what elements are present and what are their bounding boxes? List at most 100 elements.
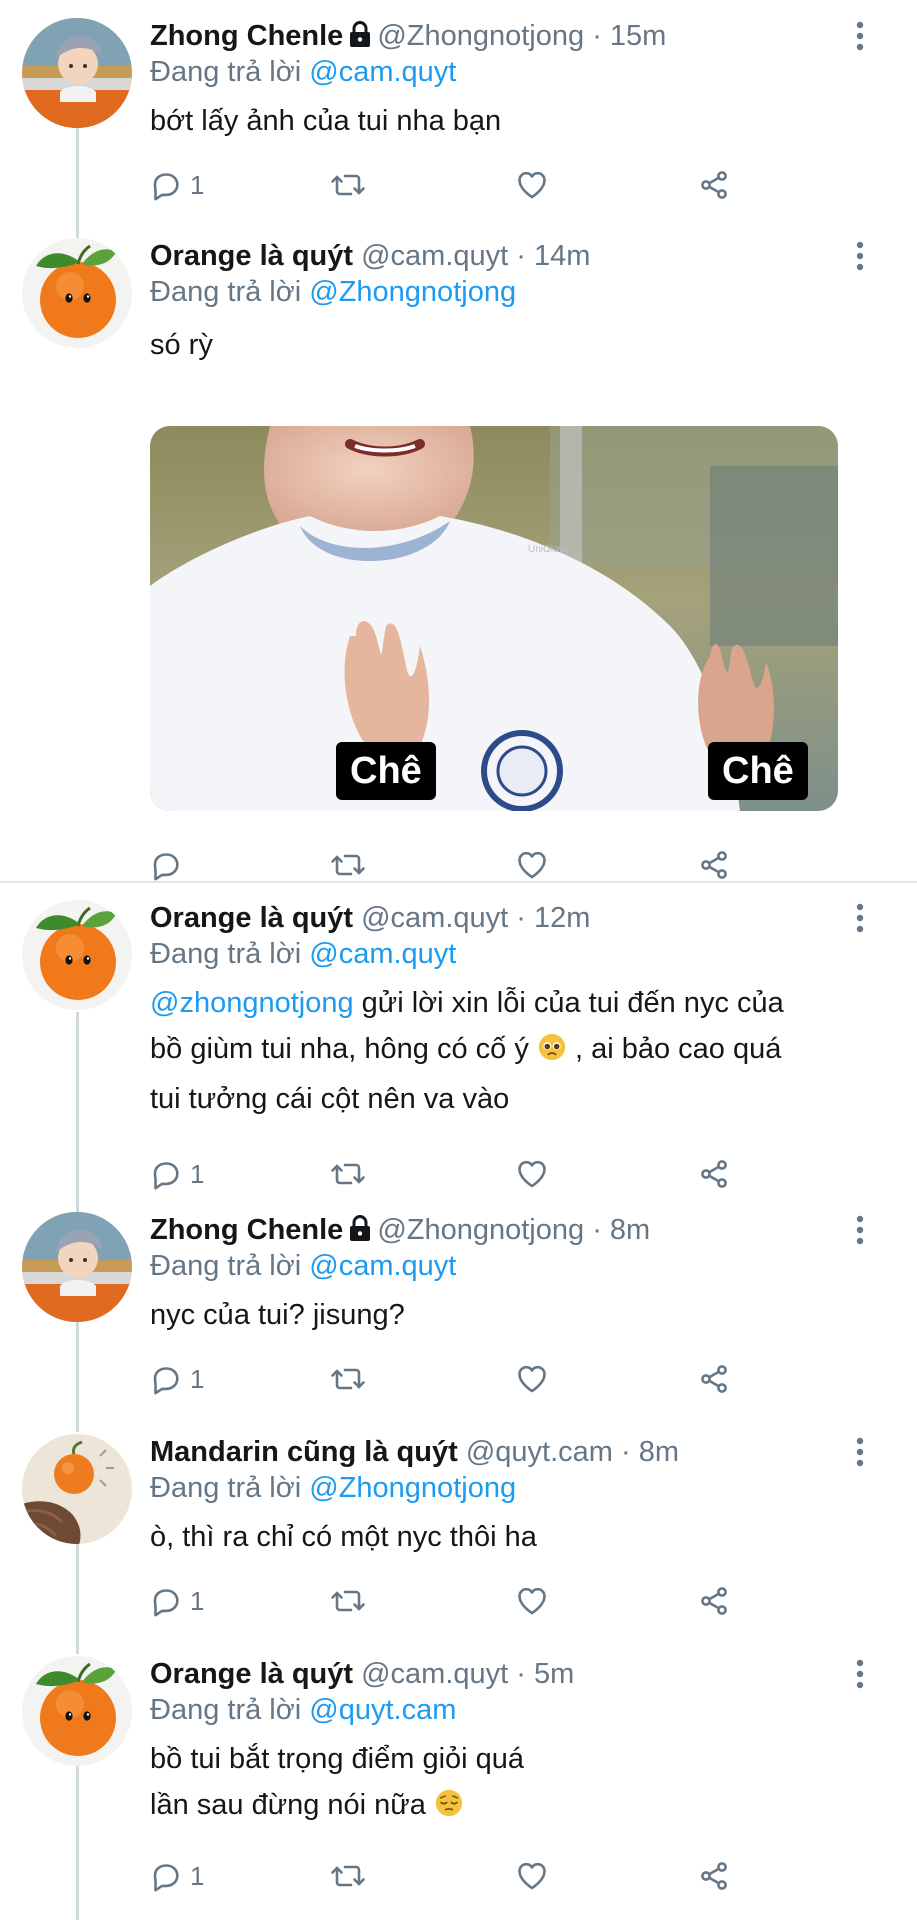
like-button[interactable] (516, 845, 548, 885)
reply-icon (150, 1585, 182, 1617)
retweet-button[interactable] (330, 1359, 366, 1399)
user-handle[interactable]: @cam.quyt (361, 1658, 508, 1690)
share-button[interactable] (698, 1359, 730, 1399)
retweet-button[interactable] (330, 1581, 366, 1621)
retweet-icon (330, 849, 366, 881)
reply-button[interactable]: 1 (150, 1581, 204, 1621)
avatar[interactable] (22, 900, 132, 1010)
inline-mention[interactable]: @zhongnotjong (150, 987, 354, 1019)
tweet-text: ò, thì ra chỉ có một nyc thôi ha (150, 1514, 870, 1560)
reply-mention[interactable]: @cam.quyt (309, 1250, 456, 1282)
pensive-face-emoji (434, 1786, 464, 1832)
display-name[interactable]: Orange là quýt (150, 240, 353, 272)
tweet-text: só rỳ (150, 322, 870, 368)
timestamp[interactable]: 8m (610, 1214, 650, 1246)
like-icon (516, 1585, 548, 1617)
tweet-header: Mandarin cũng là quýt @quyt.cam · 8m (150, 1436, 679, 1468)
retweet-button[interactable] (330, 845, 366, 885)
retweet-icon (330, 1860, 366, 1892)
user-handle[interactable]: @cam.quyt (361, 902, 508, 934)
display-name[interactable]: Zhong Chenle (150, 1214, 343, 1246)
user-handle[interactable]: @quyt.cam (466, 1436, 613, 1468)
share-icon (698, 849, 730, 881)
tweet-header: Zhong Chenle @Zhongnotjong · 8m (150, 1212, 650, 1251)
reply-icon (150, 1363, 182, 1395)
tweet-actions: 1 (150, 1359, 740, 1399)
retweet-button[interactable] (330, 165, 366, 205)
reply-mention[interactable]: @Zhongnotjong (309, 276, 516, 308)
avatar[interactable] (22, 1212, 132, 1322)
share-button[interactable] (698, 1856, 730, 1896)
share-button[interactable] (698, 845, 730, 885)
replying-to: Đang trả lời @Zhongnotjong (150, 274, 516, 310)
timestamp[interactable]: 12m (534, 902, 590, 934)
share-button[interactable] (698, 1154, 730, 1194)
share-icon (698, 169, 730, 201)
reply-button[interactable]: 1 (150, 1359, 204, 1399)
reply-icon (150, 849, 182, 881)
avatar[interactable] (22, 18, 132, 128)
share-button[interactable] (698, 1581, 730, 1621)
like-button[interactable] (516, 1856, 548, 1896)
user-handle[interactable]: @Zhongnotjong (377, 1214, 584, 1246)
reply-button[interactable]: 1 (150, 165, 204, 205)
like-icon (516, 1158, 548, 1190)
more-options-button[interactable] (848, 238, 872, 274)
tweet[interactable]: Orange là quýt @cam.quyt · 5m Đang trả l… (0, 1638, 917, 1920)
reply-mention[interactable]: @cam.quyt (309, 56, 456, 88)
timestamp[interactable]: 5m (534, 1658, 574, 1690)
tweet-text: nyc của tui? jisung? (150, 1292, 870, 1338)
reply-mention[interactable]: @quyt.cam (309, 1694, 456, 1726)
reply-button[interactable] (150, 845, 190, 885)
tweet-text-line: bồ giùm tui nha, hông có cố ý , ai bảo c… (150, 1026, 870, 1076)
retweet-button[interactable] (330, 1154, 366, 1194)
display-name[interactable]: Zhong Chenle (150, 20, 343, 52)
reply-mention[interactable]: @Zhongnotjong (309, 1472, 516, 1504)
reply-count: 1 (190, 169, 205, 200)
meme-caption: Chê (708, 742, 808, 800)
tweet-actions: 1 (150, 1154, 740, 1194)
like-icon (516, 1860, 548, 1892)
tweet[interactable]: Orange là quýt @cam.quyt · 12m Đang trả … (0, 882, 917, 1195)
tweet[interactable]: Zhong Chenle @Zhongnotjong · 8m Đang trả … (0, 1194, 917, 1414)
reply-button[interactable]: 1 (150, 1856, 204, 1896)
tweet-text: bớt lấy ảnh của tui nha bạn (150, 98, 870, 144)
avatar[interactable] (22, 1656, 132, 1766)
pleading-face-emoji (537, 1030, 567, 1076)
tweet-media-image[interactable]: UniGlow Chê Chê (150, 426, 838, 811)
like-button[interactable] (516, 1581, 548, 1621)
tweet-text-line: lần sau đừng nói nữa (150, 1782, 870, 1832)
timestamp[interactable]: 15m (610, 20, 666, 52)
tweet-header: Orange là quýt @cam.quyt · 5m (150, 1658, 575, 1690)
like-button[interactable] (516, 1154, 548, 1194)
more-options-button[interactable] (848, 1434, 872, 1470)
tweet[interactable]: Zhong Chenle @Zhongnotjong · 15m Đang trả… (0, 0, 917, 220)
retweet-button[interactable] (330, 1856, 366, 1896)
reply-mention[interactable]: @cam.quyt (309, 938, 456, 970)
more-options-button[interactable] (848, 900, 872, 936)
avatar[interactable] (22, 238, 132, 348)
reply-prefix: Đang trả lời (150, 1250, 302, 1282)
tweet-text-line: ò, thì ra chỉ có một nyc thôi ha (150, 1521, 537, 1553)
more-options-button[interactable] (848, 1212, 872, 1248)
tweet-header: Orange là quýt @cam.quyt · 14m (150, 240, 591, 272)
tweet[interactable]: Mandarin cũng là quýt @quyt.cam · 8m Đan… (0, 1416, 917, 1636)
reply-button[interactable]: 1 (150, 1154, 204, 1194)
display-name[interactable]: Orange là quýt (150, 902, 353, 934)
share-button[interactable] (698, 165, 730, 205)
like-button[interactable] (516, 165, 548, 205)
user-handle[interactable]: @Zhongnotjong (377, 20, 584, 52)
lock-icon (347, 1214, 373, 1251)
avatar[interactable] (22, 1434, 132, 1544)
like-button[interactable] (516, 1359, 548, 1399)
timestamp[interactable]: 8m (639, 1436, 679, 1468)
more-options-button[interactable] (848, 1656, 872, 1692)
display-name[interactable]: Mandarin cũng là quýt (150, 1436, 458, 1468)
user-handle[interactable]: @cam.quyt (361, 240, 508, 272)
more-options-button[interactable] (848, 18, 872, 54)
replying-to: Đang trả lời @cam.quyt (150, 54, 456, 90)
display-name[interactable]: Orange là quýt (150, 1658, 353, 1690)
replying-to: Đang trả lời @cam.quyt (150, 936, 456, 972)
tweet[interactable]: Orange là quýt @cam.quyt · 14m Đang trả … (0, 220, 917, 880)
timestamp[interactable]: 14m (534, 240, 590, 272)
